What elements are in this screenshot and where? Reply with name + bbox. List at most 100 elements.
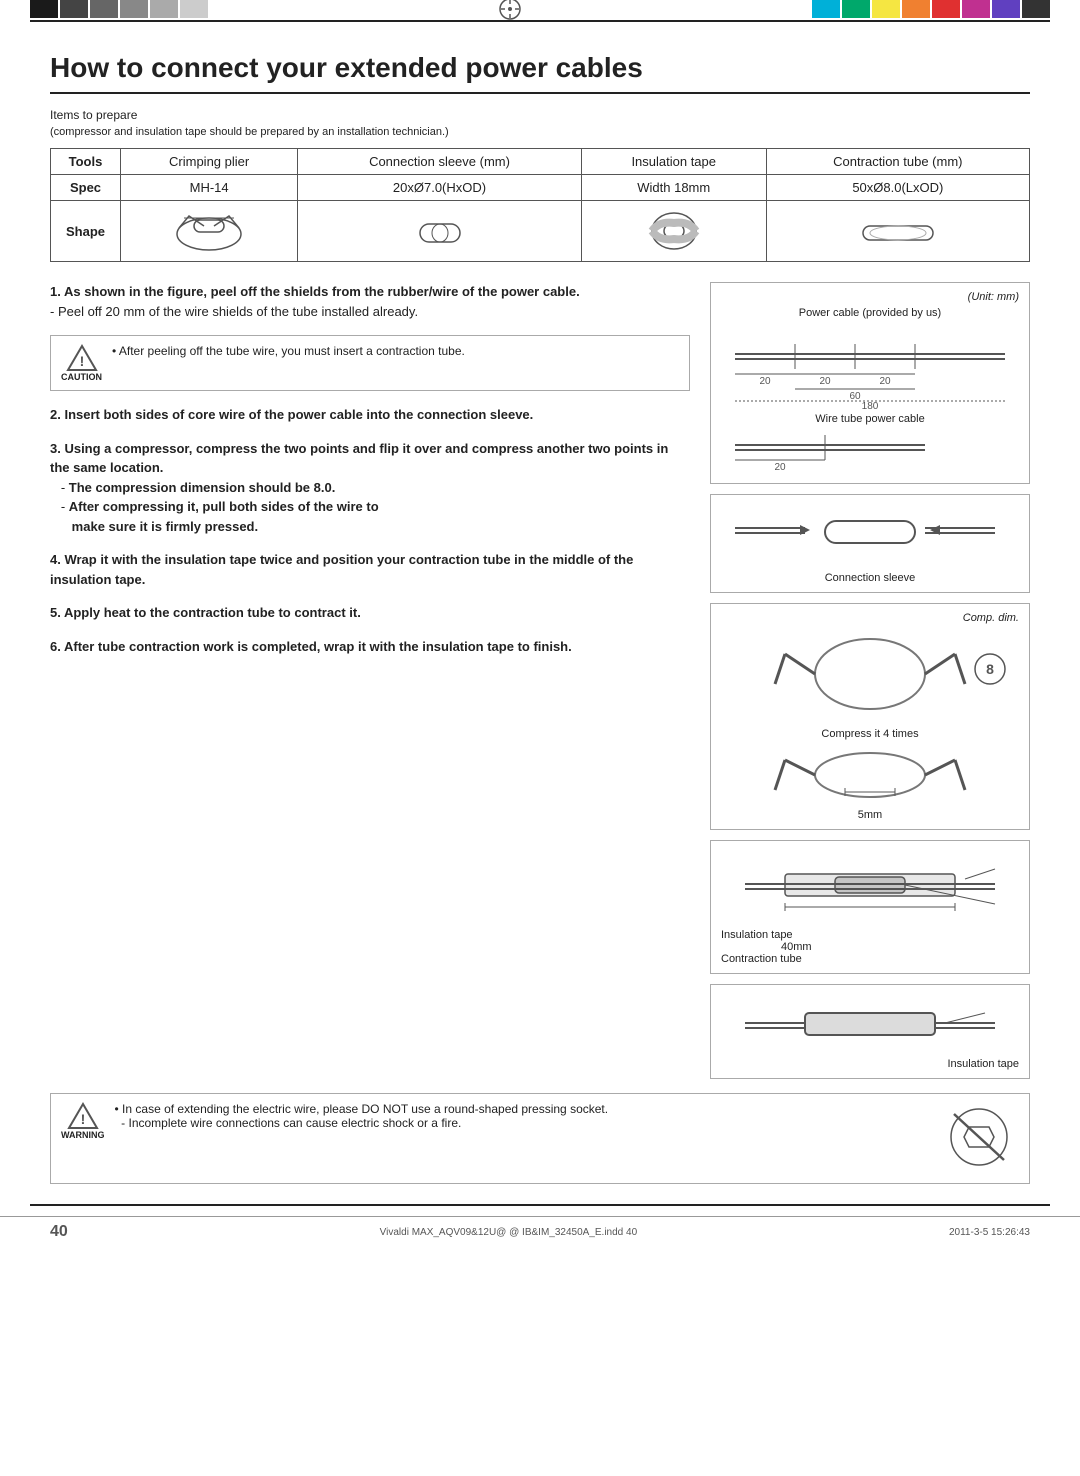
diagram5-label: Insulation tape — [721, 1058, 1019, 1070]
step-1-bold: 1. As shown in the figure, peel off the … — [50, 284, 580, 299]
spec-insulation: Width 18mm — [581, 175, 766, 201]
swatch-dark — [60, 0, 88, 18]
swatch-purple — [992, 0, 1020, 18]
warning-box: ! WARNING • In case of extending the ele… — [50, 1093, 1030, 1184]
swatch-light1 — [150, 0, 178, 18]
spec-contraction: 50xØ8.0(LxOD) — [766, 175, 1029, 201]
main-content: How to connect your extended power cable… — [0, 22, 1080, 1204]
left-instructions: 1. As shown in the figure, peel off the … — [50, 282, 690, 1079]
step-3-sub-bold1: The compression dimension should be 8.0. — [69, 480, 336, 495]
diagram1-unit: (Unit: mm) — [721, 291, 1019, 303]
5mm-label: 5mm — [721, 809, 1019, 821]
shape-contraction — [766, 201, 1029, 262]
right-swatches — [812, 0, 1080, 18]
footer-file: Vivaldi MAX_AQV09&12U@ @ IB&IM_32450A_E.… — [380, 1227, 638, 1238]
main-two-col: 1. As shown in the figure, peel off the … — [50, 282, 1030, 1079]
step-5: 5. Apply heat to the contraction tube to… — [50, 603, 690, 623]
swatch-yellow — [872, 0, 900, 18]
swatch-green — [842, 0, 870, 18]
step-4-bold: 4. Wrap it with the insulation tape twic… — [50, 552, 633, 587]
warning-bullet: • — [115, 1102, 123, 1116]
caution-box: ! CAUTION • After peeling off the tube w… — [50, 335, 690, 391]
compress-4-label: Compress it 4 times — [721, 728, 1019, 740]
svg-text:20: 20 — [879, 376, 891, 387]
footer: 40 Vivaldi MAX_AQV09&12U@ @ IB&IM_32450A… — [0, 1216, 1080, 1247]
swatch-cyan — [812, 0, 840, 18]
step-3-bold: 3. Using a compressor, compress the two … — [50, 441, 668, 476]
connection-sleeve-icon — [410, 206, 470, 256]
swatch-darkgray — [1022, 0, 1050, 18]
col-insulation: Insulation tape — [581, 149, 766, 175]
spec-crimping: MH-14 — [121, 175, 298, 201]
diagram-connection-sleeve: Connection sleeve — [710, 494, 1030, 593]
items-prepare-sub: (compressor and insulation tape should b… — [50, 126, 1030, 138]
swatch-orange — [902, 0, 930, 18]
comp-dim-label: Comp. dim. — [721, 612, 1019, 624]
spec-label: Spec — [51, 175, 121, 201]
swatch-black — [30, 0, 58, 18]
spec-connection: 20xØ7.0(HxOD) — [298, 175, 582, 201]
diagram4-contraction-label: Contraction tube — [721, 953, 1019, 965]
col-contraction: Contraction tube (mm) — [766, 149, 1029, 175]
diagram1-label: Power cable (provided by us) — [721, 307, 1019, 319]
svg-text:!: ! — [79, 353, 84, 369]
compress-4-diagram — [725, 740, 1015, 805]
caution-bullet: • — [112, 344, 119, 358]
contraction-tube-icon — [858, 206, 938, 256]
shape-connection — [298, 201, 582, 262]
diagram1-sub-label: Wire tube power cable — [721, 413, 1019, 425]
diagram-compression: Comp. dim. 8 Compress it 4 times — [710, 603, 1030, 830]
diagram-power-cable: (Unit: mm) Power cable (provided by us) … — [710, 282, 1030, 484]
swatch-light2 — [180, 0, 208, 18]
diagram-insulation: Insulation tape 40mm Contraction tube — [710, 840, 1030, 974]
swatch-mid2 — [120, 0, 148, 18]
swatch-mid1 — [90, 0, 118, 18]
left-swatches — [0, 0, 208, 18]
items-prepare-label: Items to prepare — [50, 108, 1030, 122]
right-diagrams: (Unit: mm) Power cable (provided by us) … — [710, 282, 1030, 1079]
step-3-sub-bold2: After compressing it, pull both sides of… — [50, 499, 379, 534]
step-1: 1. As shown in the figure, peel off the … — [50, 282, 690, 321]
col-connection: Connection sleeve (mm) — [298, 149, 582, 175]
col-crimping: Crimping plier — [121, 149, 298, 175]
svg-text:180: 180 — [862, 401, 879, 409]
wire-tube-diagram: 20 — [725, 425, 1015, 475]
step-2-bold: 2. Insert both sides of core wire of the… — [50, 407, 533, 422]
warning-icon: ! WARNING — [61, 1102, 105, 1140]
compression-diagram: 8 — [725, 624, 1015, 724]
diagram4-40mm: 40mm — [721, 941, 1019, 953]
svg-text:20: 20 — [759, 376, 771, 387]
caution-icon: ! CAUTION — [61, 344, 102, 382]
step-1-text: 1. As shown in the figure, peel off the … — [50, 284, 580, 319]
caution-text: • After peeling off the tube wire, you m… — [112, 344, 465, 358]
svg-text:!: ! — [80, 1111, 85, 1127]
crimping-plier-icon — [169, 206, 249, 256]
warning-text-area: • In case of extending the electric wire… — [115, 1102, 930, 1130]
diagram2-label: Connection sleeve — [721, 572, 1019, 584]
svg-text:8: 8 — [986, 661, 994, 677]
step-1-sub: - Peel off 20 mm of the wire shields of … — [50, 304, 418, 319]
swatch-red — [932, 0, 960, 18]
warning-message: In case of extending the electric wire, … — [115, 1102, 609, 1130]
table-header-row: Tools Crimping plier Connection sleeve (… — [51, 149, 1030, 175]
step-2: 2. Insert both sides of core wire of the… — [50, 405, 690, 425]
step-5-bold: 5. Apply heat to the contraction tube to… — [50, 605, 361, 620]
page-title: How to connect your extended power cable… — [50, 52, 1030, 94]
warning-label: WARNING — [61, 1130, 105, 1140]
top-color-bar — [0, 0, 1080, 18]
caution-triangle-icon: ! — [66, 344, 98, 372]
caution-message: After peeling off the tube wire, you mus… — [119, 344, 465, 358]
col-tools: Tools — [51, 149, 121, 175]
step-4: 4. Wrap it with the insulation tape twic… — [50, 550, 690, 589]
table-spec-row: Spec MH-14 20xØ7.0(HxOD) Width 18mm 50xØ… — [51, 175, 1030, 201]
svg-text:20: 20 — [819, 376, 831, 387]
power-cable-diagram: 20 20 20 60 180 — [725, 319, 1015, 409]
shape-label: Shape — [51, 201, 121, 262]
warning-diagram-area — [939, 1102, 1019, 1175]
table-shape-row: Shape — [51, 201, 1030, 262]
warning-triangle-icon: ! — [67, 1102, 99, 1130]
top-center — [208, 0, 812, 18]
step-3: 3. Using a compressor, compress the two … — [50, 439, 690, 537]
step-6-bold: 6. After tube contraction work is comple… — [50, 639, 572, 654]
swatch-magenta — [962, 0, 990, 18]
